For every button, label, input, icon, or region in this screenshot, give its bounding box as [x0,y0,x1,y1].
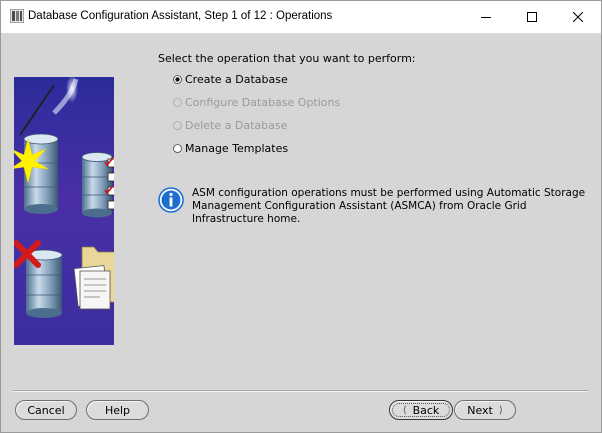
radio-label: Create a Database [185,72,288,86]
radio-unselected-icon [173,97,182,107]
radio-delete-database[interactable]: Delete a Database [173,117,287,133]
maximize-button[interactable] [509,1,555,33]
title-bar[interactable]: Database Configuration Assistant, Step 1… [1,1,601,33]
next-button[interactable]: Next ⟩ [454,400,516,420]
info-line-2: Management Configuration Assistant (ASMC… [192,200,527,225]
maximize-icon [527,12,537,22]
radio-configure-database-options[interactable]: Configure Database Options [173,94,340,110]
minimize-button[interactable] [463,1,509,33]
radio-manage-templates[interactable]: Manage Templates [173,140,288,156]
info-icon [158,187,184,213]
help-button[interactable]: Help [86,400,149,420]
next-label: Next [467,403,493,417]
radio-label: Configure Database Options [185,95,341,109]
focus-ring [392,403,450,417]
wizard-illustration [14,77,114,345]
operation-prompt: Select the operation that you want to pe… [158,52,416,65]
minimize-icon [481,17,491,18]
cancel-button[interactable]: Cancel [15,400,77,420]
help-label: Help [104,403,131,417]
radio-selected-icon [173,74,182,84]
radio-unselected-icon [173,120,182,130]
info-line-1: ASM configuration operations must be per… [192,187,586,199]
close-button[interactable] [555,1,601,33]
footer-separator [13,390,588,392]
radio-unselected-icon [173,143,182,153]
window-title: Database Configuration Assistant, Step 1… [28,10,333,22]
radio-create-database[interactable]: Create a Database [173,71,288,87]
back-button[interactable]: ⟨ Back [389,400,453,420]
close-icon [573,12,583,22]
chevron-right-icon: ⟩ [498,404,503,416]
database-app-icon [10,9,24,23]
radio-label: Manage Templates [185,141,289,155]
asm-info-message: ASM configuration operations must be per… [192,187,592,226]
radio-label: Delete a Database [185,118,288,132]
dbca-window: Database Configuration Assistant, Step 1… [0,0,602,433]
cancel-label: Cancel [27,403,65,417]
